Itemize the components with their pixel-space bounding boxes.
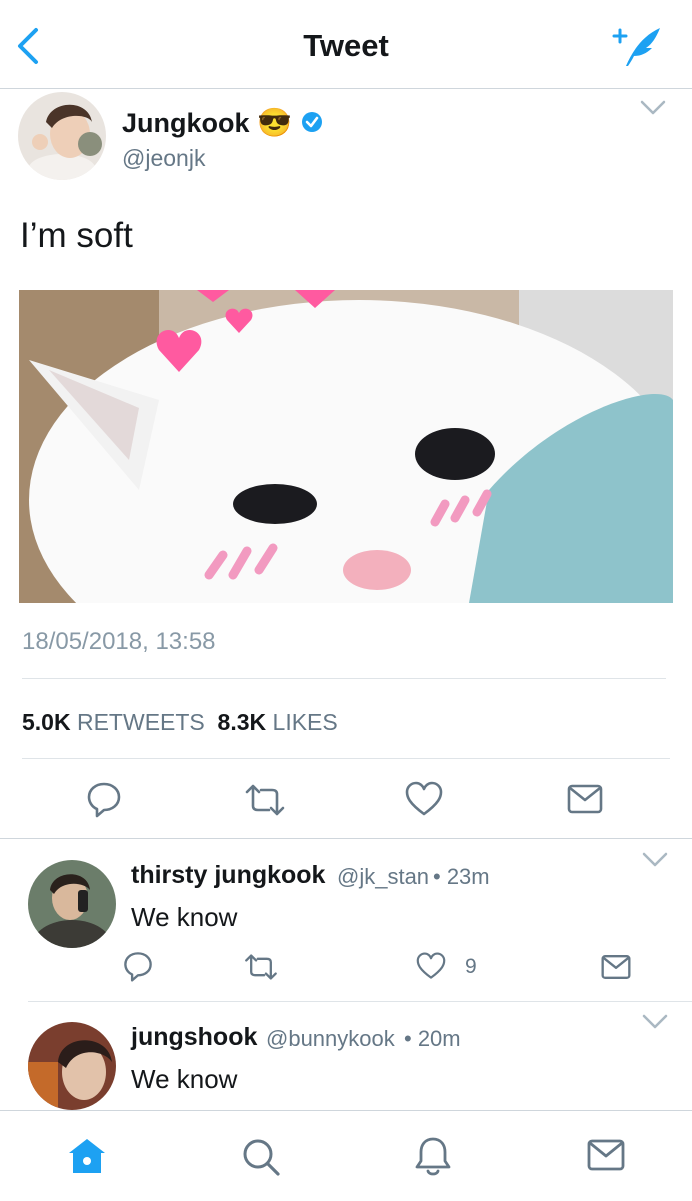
chevron-down-icon[interactable] xyxy=(640,100,666,116)
top-bar: Tweet xyxy=(0,0,692,89)
like-heart-icon[interactable] xyxy=(416,952,446,980)
home-icon[interactable] xyxy=(67,1137,107,1175)
like-count: 9 xyxy=(465,955,477,978)
sunglasses-emoji: 😎 xyxy=(257,107,292,138)
direct-message-icon[interactable] xyxy=(601,954,631,980)
retweets-count[interactable]: 5.0K xyxy=(22,709,71,735)
reply-icon[interactable] xyxy=(122,950,154,982)
retweet-icon[interactable] xyxy=(243,952,279,982)
compose-tweet-icon[interactable] xyxy=(612,24,664,68)
divider xyxy=(22,678,666,679)
author-name[interactable]: Jungkook xyxy=(122,108,250,139)
divider xyxy=(0,838,692,839)
avatar[interactable] xyxy=(18,92,106,180)
reply-author-handle[interactable]: @bunnykook xyxy=(266,1026,395,1052)
avatar[interactable] xyxy=(28,1022,116,1110)
messages-icon[interactable] xyxy=(587,1139,625,1171)
reply-time: • 23m xyxy=(433,864,490,889)
search-icon[interactable] xyxy=(241,1137,281,1177)
chevron-down-icon[interactable] xyxy=(642,1014,668,1030)
divider xyxy=(22,758,670,759)
reply-icon[interactable] xyxy=(85,780,123,818)
chevron-down-icon[interactable] xyxy=(642,852,668,868)
reply-author-name[interactable]: jungshook xyxy=(131,1023,257,1052)
direct-message-icon[interactable] xyxy=(567,784,603,814)
divider xyxy=(28,1001,692,1002)
verified-badge-icon xyxy=(301,111,323,133)
reply-text: We know xyxy=(131,902,238,932)
likes-label[interactable]: LIKES xyxy=(273,709,338,735)
author-handle[interactable]: @jeonjk xyxy=(122,145,205,172)
avatar[interactable] xyxy=(28,860,116,948)
tweet-timestamp: 18/05/2018, 13:58 xyxy=(22,628,216,655)
tweet-text: I’m soft xyxy=(20,216,133,255)
bottom-tab-bar xyxy=(0,1110,692,1201)
reply-author-handle[interactable]: @jk_stan xyxy=(337,864,429,890)
reply-text: We know xyxy=(131,1064,238,1094)
retweet-icon[interactable] xyxy=(243,782,287,818)
notifications-icon[interactable] xyxy=(414,1135,452,1177)
engagement-counts[interactable]: 5.0K RETWEETS 8.3K LIKES xyxy=(22,709,338,736)
like-heart-icon[interactable] xyxy=(405,781,443,817)
page-title: Tweet xyxy=(303,28,389,63)
tweet-image[interactable] xyxy=(19,290,673,603)
reply-time: • 20m xyxy=(404,1026,461,1051)
likes-count[interactable]: 8.3K xyxy=(218,709,267,735)
retweets-label[interactable]: RETWEETS xyxy=(77,709,205,735)
reply-author-name[interactable]: thirsty jungkook xyxy=(131,861,325,890)
